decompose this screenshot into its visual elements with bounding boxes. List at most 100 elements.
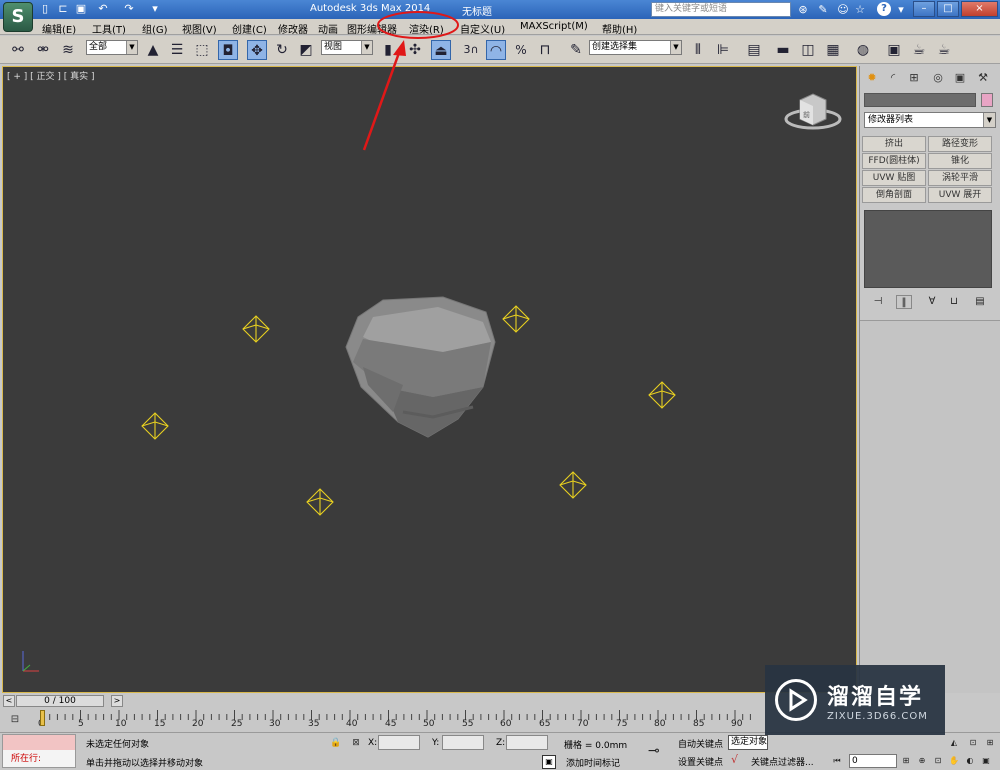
- maximize-viewport-icon[interactable]: ▣: [979, 754, 993, 768]
- star-icon[interactable]: ☆: [852, 2, 868, 17]
- modifier-button[interactable]: 倒角剖面: [862, 187, 926, 203]
- search-input[interactable]: 键入关键字或短语: [651, 2, 791, 17]
- help-dropdown-icon[interactable]: ▾: [893, 2, 909, 17]
- menu-views[interactable]: 视图(V): [182, 21, 217, 36]
- time-config-icon[interactable]: ⊞: [899, 754, 913, 768]
- menu-rendering[interactable]: 渲染(R): [409, 21, 444, 36]
- next-frame-button[interactable]: >: [111, 695, 123, 707]
- auto-key-button[interactable]: 自动关键点: [678, 737, 723, 750]
- y-coordinate-field[interactable]: [442, 735, 484, 750]
- add-time-tag-icon[interactable]: ▣: [542, 755, 556, 769]
- key-icon[interactable]: ⊸: [648, 743, 660, 759]
- zoom-extents-all-icon[interactable]: ⊡: [966, 736, 980, 750]
- modifier-button[interactable]: 涡轮平滑: [928, 170, 992, 186]
- key-filter-icon[interactable]: √: [731, 753, 738, 766]
- render-frame-icon[interactable]: ☕: [909, 40, 929, 60]
- minimize-button[interactable]: –: [913, 1, 935, 17]
- prev-frame-button[interactable]: <: [3, 695, 15, 707]
- user-icon[interactable]: ☺: [835, 2, 851, 17]
- show-end-result-icon[interactable]: ‖: [896, 295, 912, 309]
- perspective-viewport[interactable]: [ + ] [ 正交 ] [ 真实 ] 前: [2, 66, 857, 693]
- light-gizmo[interactable]: [242, 315, 270, 343]
- object-color-swatch[interactable]: [981, 93, 993, 107]
- motion-tab-icon[interactable]: ◎: [930, 70, 946, 86]
- frame-ruler[interactable]: 0 5 10 15 20 25 30 35 40 45 50 55 60 65 …: [38, 708, 760, 732]
- current-frame-field[interactable]: 0: [849, 754, 897, 768]
- utilities-tab-icon[interactable]: ⚒: [975, 70, 991, 86]
- schematic-view-icon[interactable]: ▦: [823, 40, 843, 60]
- help-icon[interactable]: ?: [877, 2, 891, 16]
- graphite-ribbon-icon[interactable]: ▬: [773, 40, 793, 60]
- rock-mesh[interactable]: [345, 296, 496, 438]
- mirror-icon[interactable]: ⫴: [688, 40, 708, 60]
- modifier-list-dropdown[interactable]: 修改器列表 ▼: [864, 112, 996, 128]
- new-file-icon[interactable]: ▯: [38, 2, 52, 16]
- menu-group[interactable]: 组(G): [142, 21, 168, 36]
- reference-coordinate-dropdown[interactable]: 视图 ▼: [321, 40, 373, 55]
- window-crossing-icon[interactable]: ◘: [218, 40, 238, 60]
- curve-editor-icon[interactable]: ◫: [798, 40, 818, 60]
- modifier-button[interactable]: 路径变形: [928, 136, 992, 152]
- select-by-name-icon[interactable]: ☰: [167, 40, 187, 60]
- goto-start-icon[interactable]: ⏮: [830, 754, 844, 768]
- menu-edit[interactable]: 编辑(E): [42, 21, 76, 36]
- track-bar[interactable]: ⊟ 0 5 10 15 20 25 30 35 40 45 50 55 60 6…: [0, 708, 760, 732]
- save-file-icon[interactable]: ▣: [74, 2, 88, 16]
- light-gizmo[interactable]: [648, 381, 676, 409]
- set-key-button[interactable]: 设置关键点: [678, 755, 723, 768]
- modifier-button[interactable]: 挤出: [862, 136, 926, 152]
- open-file-icon[interactable]: ⊏: [56, 2, 70, 16]
- light-gizmo[interactable]: [306, 488, 334, 516]
- layer-manager-icon[interactable]: ▤: [744, 40, 764, 60]
- remove-modifier-icon[interactable]: ⊔: [946, 295, 962, 309]
- named-selection-dropdown[interactable]: 创建选择集 ▼: [589, 40, 682, 55]
- select-and-move-icon[interactable]: ✥: [247, 40, 267, 60]
- menu-customize[interactable]: 自定义(U): [460, 21, 505, 36]
- pan-icon[interactable]: ✋: [947, 754, 961, 768]
- menu-create[interactable]: 创建(C): [232, 21, 267, 36]
- add-time-tag-label[interactable]: 添加时间标记: [566, 756, 620, 769]
- render-setup-icon[interactable]: ▣: [884, 40, 904, 60]
- align-icon[interactable]: ⊫: [713, 40, 733, 60]
- maxscript-listener[interactable]: 所在行:: [2, 734, 76, 768]
- menu-tools[interactable]: 工具(T): [92, 21, 126, 36]
- redo-icon[interactable]: ↷: [122, 2, 136, 16]
- render-production-icon[interactable]: ☕: [934, 40, 954, 60]
- listener-input[interactable]: [3, 735, 75, 750]
- light-gizmo[interactable]: [502, 305, 530, 333]
- zoom-extents-icon[interactable]: ⊡: [931, 754, 945, 768]
- close-button[interactable]: ×: [961, 1, 998, 17]
- key-filters-button[interactable]: 关键点过滤器...: [751, 755, 814, 768]
- modifier-button[interactable]: UVW 贴图: [862, 170, 926, 186]
- light-gizmo[interactable]: [141, 412, 169, 440]
- modifier-button[interactable]: 锥化: [928, 153, 992, 169]
- menu-maxscript[interactable]: MAXScript(M): [520, 21, 588, 32]
- selection-filter-dropdown[interactable]: 全部 ▼: [86, 40, 138, 55]
- viewcube-icon[interactable]: 前: [784, 93, 842, 130]
- angle-snap-icon[interactable]: ◠: [486, 40, 506, 60]
- make-unique-icon[interactable]: ∀: [924, 295, 940, 309]
- z-coordinate-field[interactable]: [506, 735, 548, 750]
- rectangular-selection-icon[interactable]: ⬚: [192, 40, 212, 60]
- track-bar-icon[interactable]: ⊟: [6, 712, 24, 728]
- link-icon[interactable]: ⚯: [8, 40, 28, 60]
- absolute-mode-icon[interactable]: ⊠: [350, 737, 362, 749]
- current-frame-marker[interactable]: [40, 710, 45, 726]
- menu-modifiers[interactable]: 修改器: [278, 21, 308, 36]
- region-zoom-icon[interactable]: ⊞: [983, 736, 997, 750]
- display-tab-icon[interactable]: ▣: [952, 70, 968, 86]
- modifier-button[interactable]: UVW 展开: [928, 187, 992, 203]
- app-logo-icon[interactable]: S: [3, 2, 33, 32]
- zoom-icon[interactable]: ⊕: [915, 754, 929, 768]
- unlink-icon[interactable]: ⚮: [33, 40, 53, 60]
- x-coordinate-field[interactable]: [378, 735, 420, 750]
- edit-named-selection-icon[interactable]: ✎: [566, 40, 586, 60]
- light-gizmo[interactable]: [559, 471, 587, 499]
- bind-space-warp-icon[interactable]: ≋: [58, 40, 78, 60]
- menu-graph-editors[interactable]: 图形编辑器: [347, 21, 397, 36]
- pivot-center-icon[interactable]: ▮: [378, 40, 398, 60]
- spinner-snap-icon[interactable]: ⊓: [535, 40, 555, 60]
- select-object-icon[interactable]: ▲: [143, 40, 163, 60]
- lock-icon[interactable]: 🔒: [330, 737, 342, 749]
- object-name-field[interactable]: [864, 93, 976, 107]
